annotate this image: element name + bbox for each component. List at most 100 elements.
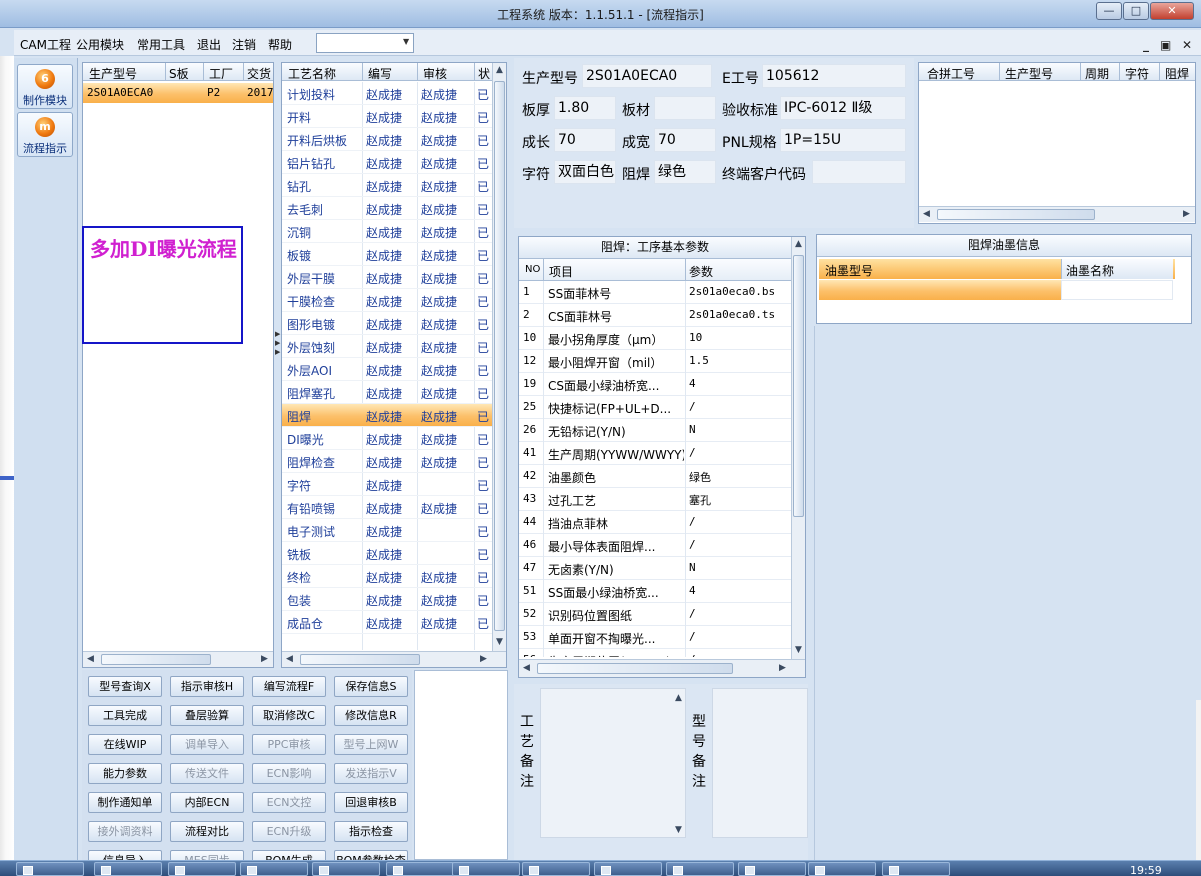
scroll-up-icon[interactable]: ▲ <box>675 693 682 703</box>
mdi-close-button[interactable]: ✕ <box>1182 38 1192 52</box>
table-row[interactable]: 阻焊 赵成捷 赵成捷 已 <box>282 404 492 427</box>
col-character[interactable]: 字符 <box>1125 65 1149 82</box>
scroll-left-icon[interactable]: ◀ <box>87 654 94 664</box>
table-row[interactable]: 成品仓 赵成捷 赵成捷 已 <box>282 611 492 634</box>
length-field[interactable]: 70 <box>554 128 616 152</box>
table-row[interactable]: 包装 赵成捷 赵成捷 已 <box>282 588 492 611</box>
character-field[interactable]: 双面白色 <box>554 160 616 184</box>
table-row[interactable]: 字符 赵成捷 已 <box>282 473 492 496</box>
table-row[interactable]: 2S01A0ECA0 P2 2017 <box>83 83 274 103</box>
taskbar-button[interactable] <box>522 862 590 876</box>
scroll-up-icon[interactable]: ▲ <box>795 239 802 249</box>
scroll-left-icon[interactable]: ◀ <box>286 654 293 664</box>
col-ink-name[interactable]: 油墨名称 <box>1066 262 1114 279</box>
menu-help[interactable]: 帮助 <box>268 36 292 53</box>
table-row[interactable]: 47 无卤素(Y/N) N <box>519 557 791 580</box>
table-row[interactable]: 26 无铅标记(Y/N) N <box>519 419 791 442</box>
scroll-thumb[interactable] <box>937 209 1095 220</box>
scroll-right-icon[interactable]: ▶ <box>1183 209 1190 219</box>
action-button[interactable]: 指示检查 <box>334 821 408 842</box>
col-item[interactable]: 项目 <box>549 263 573 280</box>
action-button[interactable]: 取消修改C <box>252 705 326 726</box>
taskbar-button[interactable] <box>594 862 662 876</box>
action-button[interactable]: ECN文控 <box>252 792 326 813</box>
table-row[interactable]: 有铅喷锡 赵成捷 赵成捷 已 <box>282 496 492 519</box>
col-delivery[interactable]: 交货 <box>247 65 272 82</box>
col-combined-no[interactable]: 合拼工号 <box>927 65 975 82</box>
scroll-down-icon[interactable]: ▼ <box>496 637 503 647</box>
process-hscrollbar[interactable]: ◀ ▶ <box>282 651 506 667</box>
taskbar-button[interactable] <box>386 862 454 876</box>
action-button[interactable]: 内部ECN <box>170 792 244 813</box>
table-row[interactable]: 板镀 赵成捷 赵成捷 已 <box>282 243 492 266</box>
table-row[interactable]: 56 生产周期位置(CS+SS) / <box>519 649 791 657</box>
taskbar-button[interactable] <box>312 862 380 876</box>
menu-common-modules[interactable]: 公用模块 <box>76 36 124 53</box>
action-button[interactable]: 修改信息R <box>334 705 408 726</box>
action-button[interactable]: 编写流程F <box>252 676 326 697</box>
table-row[interactable]: 1 SS面菲林号 2s01a0eca0.bs <box>519 281 791 304</box>
scroll-left-icon[interactable]: ◀ <box>923 209 930 219</box>
standard-field[interactable]: IPC-6012 Ⅱ级 <box>780 96 906 120</box>
mask-field[interactable]: 绿色 <box>654 160 716 184</box>
taskbar-button[interactable] <box>452 862 520 876</box>
taskbar-button[interactable] <box>666 862 734 876</box>
table-row[interactable]: 12 最小阻焊开窗（mil） 1.5 <box>519 350 791 373</box>
table-row[interactable]: 41 生产周期(YYWW/WWYY) / <box>519 442 791 465</box>
action-button[interactable]: BOM生成 <box>252 850 326 860</box>
table-row[interactable]: 外层干膜 赵成捷 赵成捷 已 <box>282 266 492 289</box>
scroll-down-icon[interactable]: ▼ <box>795 645 802 655</box>
menu-cam[interactable]: CAM工程 <box>20 36 71 53</box>
params-hscrollbar[interactable]: ◀ ▶ <box>519 659 805 677</box>
action-button[interactable]: BOM参数检查 <box>334 850 408 860</box>
models-hscrollbar[interactable]: ◀ ▶ <box>83 651 273 667</box>
action-button[interactable]: 流程对比 <box>170 821 244 842</box>
table-row[interactable]: 51 SS面最小绿油桥宽... 4 <box>519 580 791 603</box>
nav-make-module-button[interactable]: 6 制作模块 <box>17 64 73 109</box>
action-button[interactable]: 调单导入 <box>170 734 244 755</box>
minimize-button[interactable]: — <box>1096 2 1122 20</box>
table-row[interactable]: 沉铜 赵成捷 赵成捷 已 <box>282 220 492 243</box>
action-button[interactable]: 接外调资料 <box>88 821 162 842</box>
col-model[interactable]: 生产型号 <box>89 65 137 82</box>
action-button[interactable]: MES同步 <box>170 850 244 860</box>
taskbar-button[interactable] <box>240 862 308 876</box>
model-field[interactable]: 2S01A0ECA0 <box>582 64 712 88</box>
width-field[interactable]: 70 <box>654 128 716 152</box>
eno-field[interactable]: 105612 <box>762 64 906 88</box>
table-row[interactable]: 44 挡油点菲林 / <box>519 511 791 534</box>
action-button[interactable]: 在线WIP <box>88 734 162 755</box>
table-row[interactable]: 钻孔 赵成捷 赵成捷 已 <box>282 174 492 197</box>
menu-logout[interactable]: 注销 <box>232 36 256 53</box>
process-remarks-textarea[interactable]: ▲ ▼ <box>540 688 686 838</box>
scroll-right-icon[interactable]: ▶ <box>480 654 487 664</box>
nav-flow-button[interactable]: m 流程指示 <box>17 112 73 157</box>
ink-row-selected[interactable] <box>819 280 1061 300</box>
menu-combo[interactable]: ▼ <box>316 33 414 53</box>
action-button[interactable]: 型号上网W <box>334 734 408 755</box>
taskbar-button[interactable] <box>808 862 876 876</box>
col-no[interactable]: NO <box>525 264 540 275</box>
scroll-right-icon[interactable]: ▶ <box>779 663 786 673</box>
table-row[interactable]: 阻焊塞孔 赵成捷 赵成捷 已 <box>282 381 492 404</box>
combined-hscrollbar[interactable]: ◀ ▶ <box>919 206 1195 222</box>
scroll-thumb[interactable] <box>793 255 804 517</box>
col-process-name[interactable]: 工艺名称 <box>288 65 336 82</box>
col-status[interactable]: 状 <box>478 65 490 82</box>
table-row[interactable]: 外层蚀刻 赵成捷 赵成捷 已 <box>282 335 492 358</box>
table-row[interactable]: 外层AOI 赵成捷 赵成捷 已 <box>282 358 492 381</box>
action-button[interactable]: 制作通知单 <box>88 792 162 813</box>
table-row[interactable]: 阻焊检查 赵成捷 赵成捷 已 <box>282 450 492 473</box>
table-row[interactable]: DI曝光 赵成捷 赵成捷 已 <box>282 427 492 450</box>
model-remarks-textarea[interactable] <box>712 688 808 838</box>
table-row[interactable]: 43 过孔工艺 塞孔 <box>519 488 791 511</box>
close-button[interactable]: ✕ <box>1150 2 1194 20</box>
action-button[interactable]: 指示审核H <box>170 676 244 697</box>
scroll-thumb[interactable] <box>101 654 211 665</box>
table-row[interactable]: 10 最小拐角厚度（μm） 10 <box>519 327 791 350</box>
table-row[interactable]: 图形电镀 赵成捷 赵成捷 已 <box>282 312 492 335</box>
action-button[interactable]: 叠层验算 <box>170 705 244 726</box>
table-row[interactable]: 去毛刺 赵成捷 赵成捷 已 <box>282 197 492 220</box>
taskbar-button[interactable] <box>16 862 84 876</box>
col-model[interactable]: 生产型号 <box>1005 65 1053 82</box>
